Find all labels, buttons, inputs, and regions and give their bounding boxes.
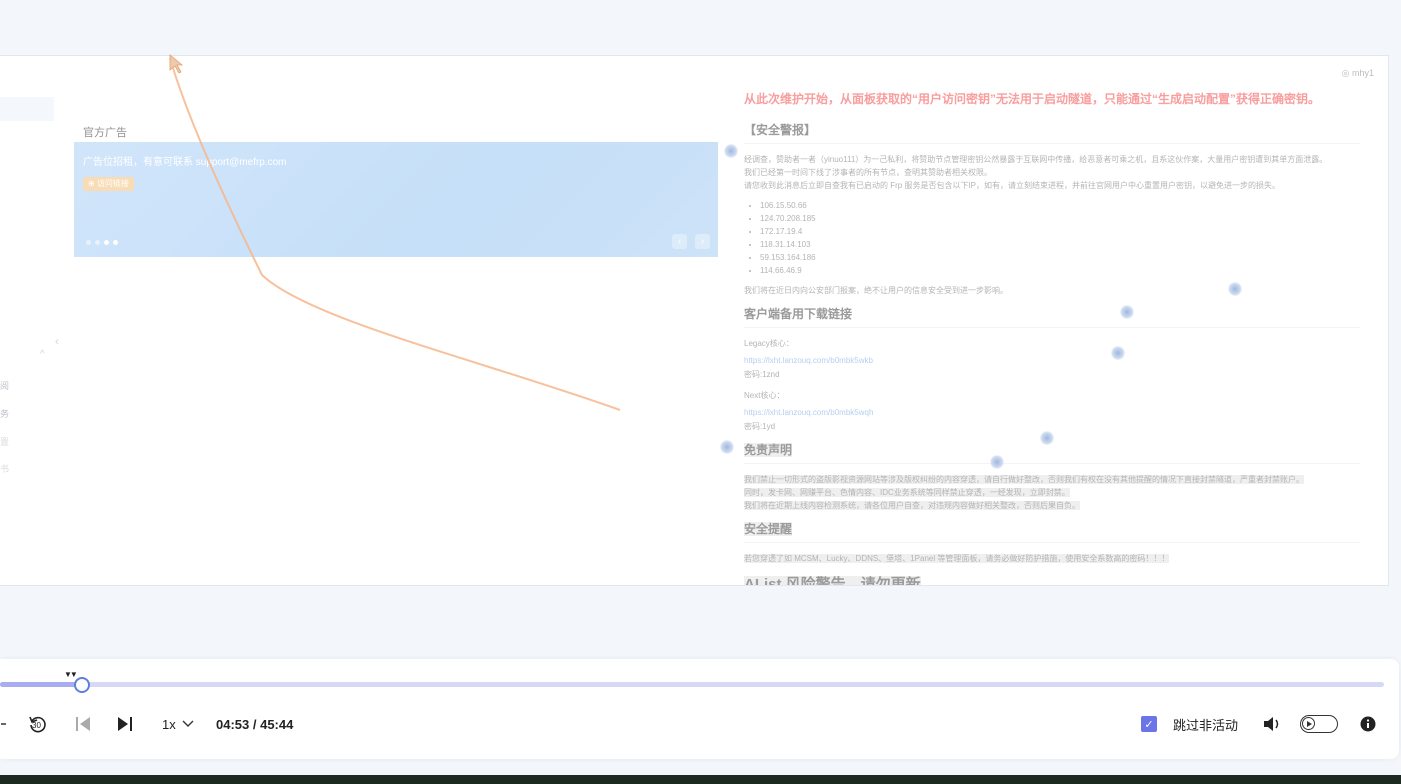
previous-button[interactable] [74,714,92,734]
security-paragraph: 经调查，赞助者一者（yinuo111）为一己私利，将赞助节点管理密钥公然暴露于互… [744,155,1328,164]
skip-next-icon [118,717,132,731]
ad-banner[interactable]: 广告位招租，有意可联系 support@mefrp.com ⊕ 访问链接 ‹ › [74,142,718,257]
legacy-download-link[interactable]: https://lxht.lanzouq.com/b0mbk5wkb [744,356,873,365]
rewind-label: 30 [32,721,41,730]
autoplay-toggle[interactable] [1300,714,1338,734]
disclaimer-title: 免责声明 [744,441,1360,464]
ip-item: 114.66.46.9 [760,264,1360,277]
user-icon: ◎ [1341,68,1350,78]
safety-paragraph: 若您穿透了如 MCSM、Lucky、DDNS、堡塔、1Panel 等管理面板，请… [744,554,1170,563]
ip-item: 172.17.19.4 [760,225,1360,238]
disclaimer-paragraph: 我们将在近期上线内容检测系统，请各位用户自查，对违规内容做好相关整改，否则后果自… [744,501,1080,510]
next-download-link[interactable]: https://lxht.lanzouq.com/b0mbk5wqh [744,408,873,417]
sidebar-collapse-icon[interactable]: ‹ [55,334,59,348]
click-marker [1040,431,1054,445]
play-circle-icon [1302,717,1315,730]
rewind-30-button[interactable]: 30 [28,714,48,734]
click-marker [1111,346,1125,360]
chevron-down-icon [182,720,194,727]
security-alert-title: 【安全警报】 [744,121,1360,144]
back-icon[interactable] [0,715,8,733]
ad-card: 官方广告 广告位招租，有意可联系 support@mefrp.com ⊕ 访问链… [74,94,718,257]
info-icon [1360,716,1376,732]
security-paragraph: 请您收到此消息后立即自查我有已启动的 Frp 服务是否包含以下IP，如有，请立刻… [744,181,1280,190]
notice-panel: 从此次维护开始，从面板获取的“用户访问密钥”无法用于启动隧道，只能通过“生成启动… [744,90,1360,585]
next-label: Next核心： [744,391,785,400]
alist-warning-title: AList 风险警告，请勿更新 [744,573,1360,585]
maintenance-warning: 从此次维护开始，从面板获取的“用户访问密钥”无法用于启动隧道，只能通过“生成启动… [744,92,1321,106]
chevron-up-icon[interactable]: ^ [40,349,45,360]
visit-link-button[interactable]: ⊕ 访问链接 [83,177,134,191]
progress-track[interactable] [0,682,1384,687]
recorded-page: ‹ ^ 阅 务 置 书 官方广告 广告位招租，有意可联系 support@mef… [0,55,1389,586]
click-marker [1120,305,1134,319]
ad-banner-text: 广告位招租，有意可联系 support@mefrp.com [83,157,287,168]
skip-inactive-toggle[interactable]: ✓ 跳过非活动 [1141,714,1238,734]
security-paragraph: 我们已经第一时间下线了涉事者的所有节点，查明其赞助者相关权限。 [744,168,992,177]
next-button[interactable] [116,714,134,734]
skip-inactive-label: 跳过非活动 [1173,717,1239,733]
toggle-switch[interactable] [1300,715,1338,733]
ip-item: 59.153.164.186 [760,251,1360,264]
ip-list: 106.15.50.66 124.70.208.185 172.17.19.4 … [744,199,1360,277]
ad-title: 官方广告 [83,127,127,139]
speed-value: 1x [162,716,176,732]
progress-fill [0,682,83,687]
time-display: 04:53 / 45:44 [216,716,294,732]
legacy-label: Legacy核心： [744,339,794,348]
carousel-dot[interactable] [104,240,109,245]
carousel-dot[interactable] [113,240,118,245]
sidebar-item-fragment[interactable]: 阅 [0,379,9,392]
legacy-password: 密码:1znd [744,370,780,379]
skip-previous-icon [76,717,90,731]
volume-icon [1264,717,1279,731]
next-password: 密码:1yd [744,422,776,431]
carousel-dots [86,240,118,245]
timeline-marker-icon: ▼▼ [64,670,78,679]
security-paragraph: 我们将在近日内向公安部门报案，绝不让用户的信息安全受到进一步影响。 [744,286,1008,295]
ip-item: 118.31.14.103 [760,238,1360,251]
ip-item: 124.70.208.185 [760,212,1360,225]
volume-button[interactable] [1262,714,1282,734]
carousel-next-button[interactable]: › [695,234,710,249]
safety-title: 安全提醒 [744,520,1360,543]
safety-title-text: 安全提醒 [744,522,793,536]
taskbar-strip [0,775,1401,784]
download-title: 客户端备用下载链接 [744,305,1360,328]
ip-item: 106.15.50.66 [760,199,1360,212]
click-marker [720,440,734,454]
user-menu[interactable]: ◎ mhy1 [1342,68,1374,79]
speed-select[interactable]: 1x [162,714,194,734]
sidebar-item-fragment[interactable]: 书 [0,462,9,475]
disclaimer-title-text: 免责声明 [744,443,793,457]
carousel-dot[interactable] [86,240,91,245]
sidebar-item-fragment[interactable]: 置 [0,435,9,448]
click-marker [990,455,1004,469]
disclaimer-paragraph: 我们禁止一切形式的盗版影视资源网站等涉及版权纠纷的内容穿透，请自行做好整改，否则… [744,475,1304,484]
visit-link-label: 访问链接 [96,179,129,188]
sidebar-active-item[interactable] [0,97,54,121]
sidebar-item-fragment[interactable]: 务 [0,407,9,420]
progress-thumb[interactable] [74,677,90,693]
checkbox-checked-icon[interactable]: ✓ [1141,716,1157,732]
click-marker [1228,282,1242,296]
user-name: mhy1 [1351,68,1374,78]
info-button[interactable] [1360,714,1376,734]
alist-warning-text: AList 风险警告，请勿更新 [744,576,921,585]
carousel-prev-button[interactable]: ‹ [672,234,687,249]
replay-player: ▼▼ 30 1x 04:53 / 45:44 ✓ 跳过非活动 [0,659,1399,759]
carousel-dot[interactable] [95,240,100,245]
click-marker [724,144,738,158]
disclaimer-paragraph: 同时，发卡网、网赚平台、色情内容、IDC业务系统等同样禁止穿透，一经发现，立即封… [744,488,1070,497]
